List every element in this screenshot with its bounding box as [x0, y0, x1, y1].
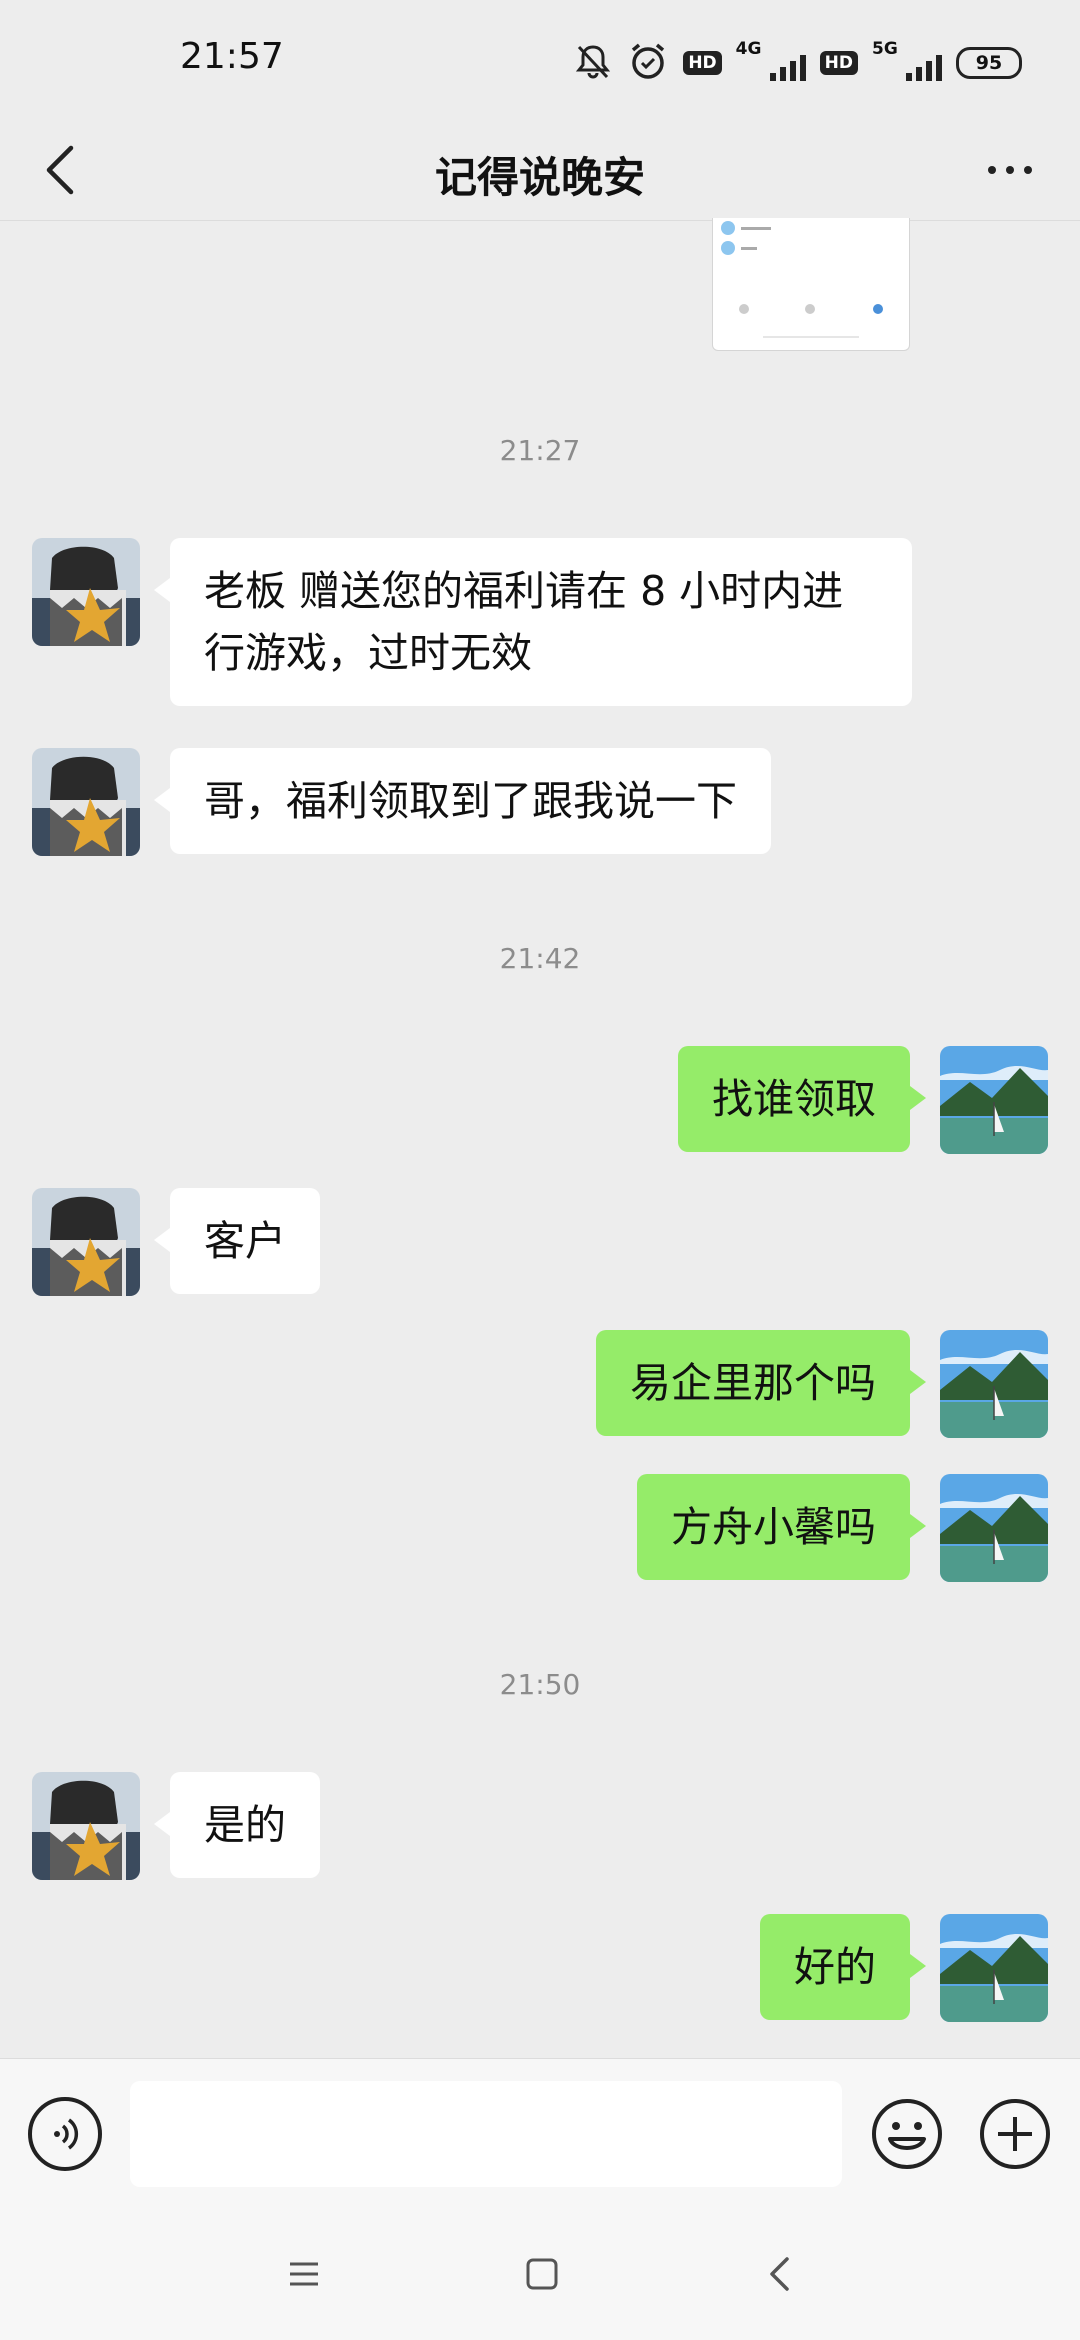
network-label-2: 5G	[872, 39, 898, 59]
network-label-1: 4G	[735, 39, 762, 59]
message-bubble-outgoing[interactable]: 好的	[760, 1914, 926, 2020]
menu-icon	[290, 2262, 318, 2286]
message-input[interactable]	[130, 2081, 842, 2187]
message-bubble-outgoing[interactable]: 易企里那个吗	[596, 1330, 926, 1436]
message-bubble-outgoing[interactable]: 方舟小馨吗	[637, 1474, 926, 1580]
signal-4g-icon: 4G	[736, 39, 806, 83]
my-avatar[interactable]	[940, 1914, 1048, 2022]
home-button[interactable]	[512, 2244, 572, 2304]
chat-title: 记得说晚安	[434, 153, 645, 202]
message-timestamp: 21:27	[499, 434, 581, 467]
message-input-bar	[0, 2058, 1080, 2209]
more-button[interactable]	[970, 138, 1050, 202]
emoji-icon	[872, 2099, 942, 2169]
status-time: 21:57	[180, 36, 284, 77]
recent-apps-button[interactable]	[274, 2244, 334, 2304]
chat-header: 记得说晚安	[0, 120, 1080, 220]
emoji-button[interactable]	[870, 2097, 944, 2171]
battery-icon: 95	[956, 47, 1022, 79]
my-avatar[interactable]	[940, 1330, 1048, 1438]
contact-avatar[interactable]	[32, 1188, 140, 1296]
my-avatar[interactable]	[940, 1474, 1048, 1582]
image-message-thumbnail[interactable]	[712, 218, 910, 351]
voice-icon	[54, 2118, 79, 2150]
status-bar: 21:57 HD 4G HD 5G 95	[0, 0, 1080, 120]
more-functions-button[interactable]	[978, 2097, 1052, 2171]
signal-5g-icon: 5G	[872, 39, 942, 83]
hd-icon: HD	[683, 51, 722, 75]
message-bubble-incoming[interactable]: 是的	[154, 1772, 320, 1878]
contact-avatar[interactable]	[32, 748, 140, 856]
more-dots-icon	[988, 166, 996, 174]
voice-button[interactable]	[28, 2097, 102, 2171]
header-divider	[0, 220, 1080, 221]
plus-icon	[980, 2099, 1050, 2169]
message-timestamp: 21:42	[499, 942, 581, 975]
hd-icon: HD	[819, 51, 858, 75]
contact-avatar[interactable]	[32, 1772, 140, 1880]
status-icons: HD 4G HD 5G 95	[573, 39, 1022, 86]
message-timestamp: 21:50	[499, 1668, 581, 1701]
mute-bell-icon	[573, 41, 613, 85]
system-back-button[interactable]	[750, 2244, 810, 2304]
home-icon	[526, 2258, 558, 2290]
alarm-icon	[627, 40, 669, 86]
battery-level: 95	[975, 52, 1003, 74]
message-bubble-incoming[interactable]: 客户	[154, 1188, 320, 1294]
message-bubble-incoming[interactable]: 哥，福利领取到了跟我说一下	[154, 748, 771, 854]
contact-avatar[interactable]	[32, 538, 140, 646]
system-navigation-bar	[0, 2208, 1080, 2340]
message-bubble-outgoing[interactable]: 找谁领取	[678, 1046, 926, 1152]
back-icon	[770, 2257, 789, 2291]
my-avatar[interactable]	[940, 1046, 1048, 1154]
message-bubble-incoming[interactable]: 老板 赠送您的福利请在 8 小时内进行游戏，过时无效	[154, 538, 912, 706]
